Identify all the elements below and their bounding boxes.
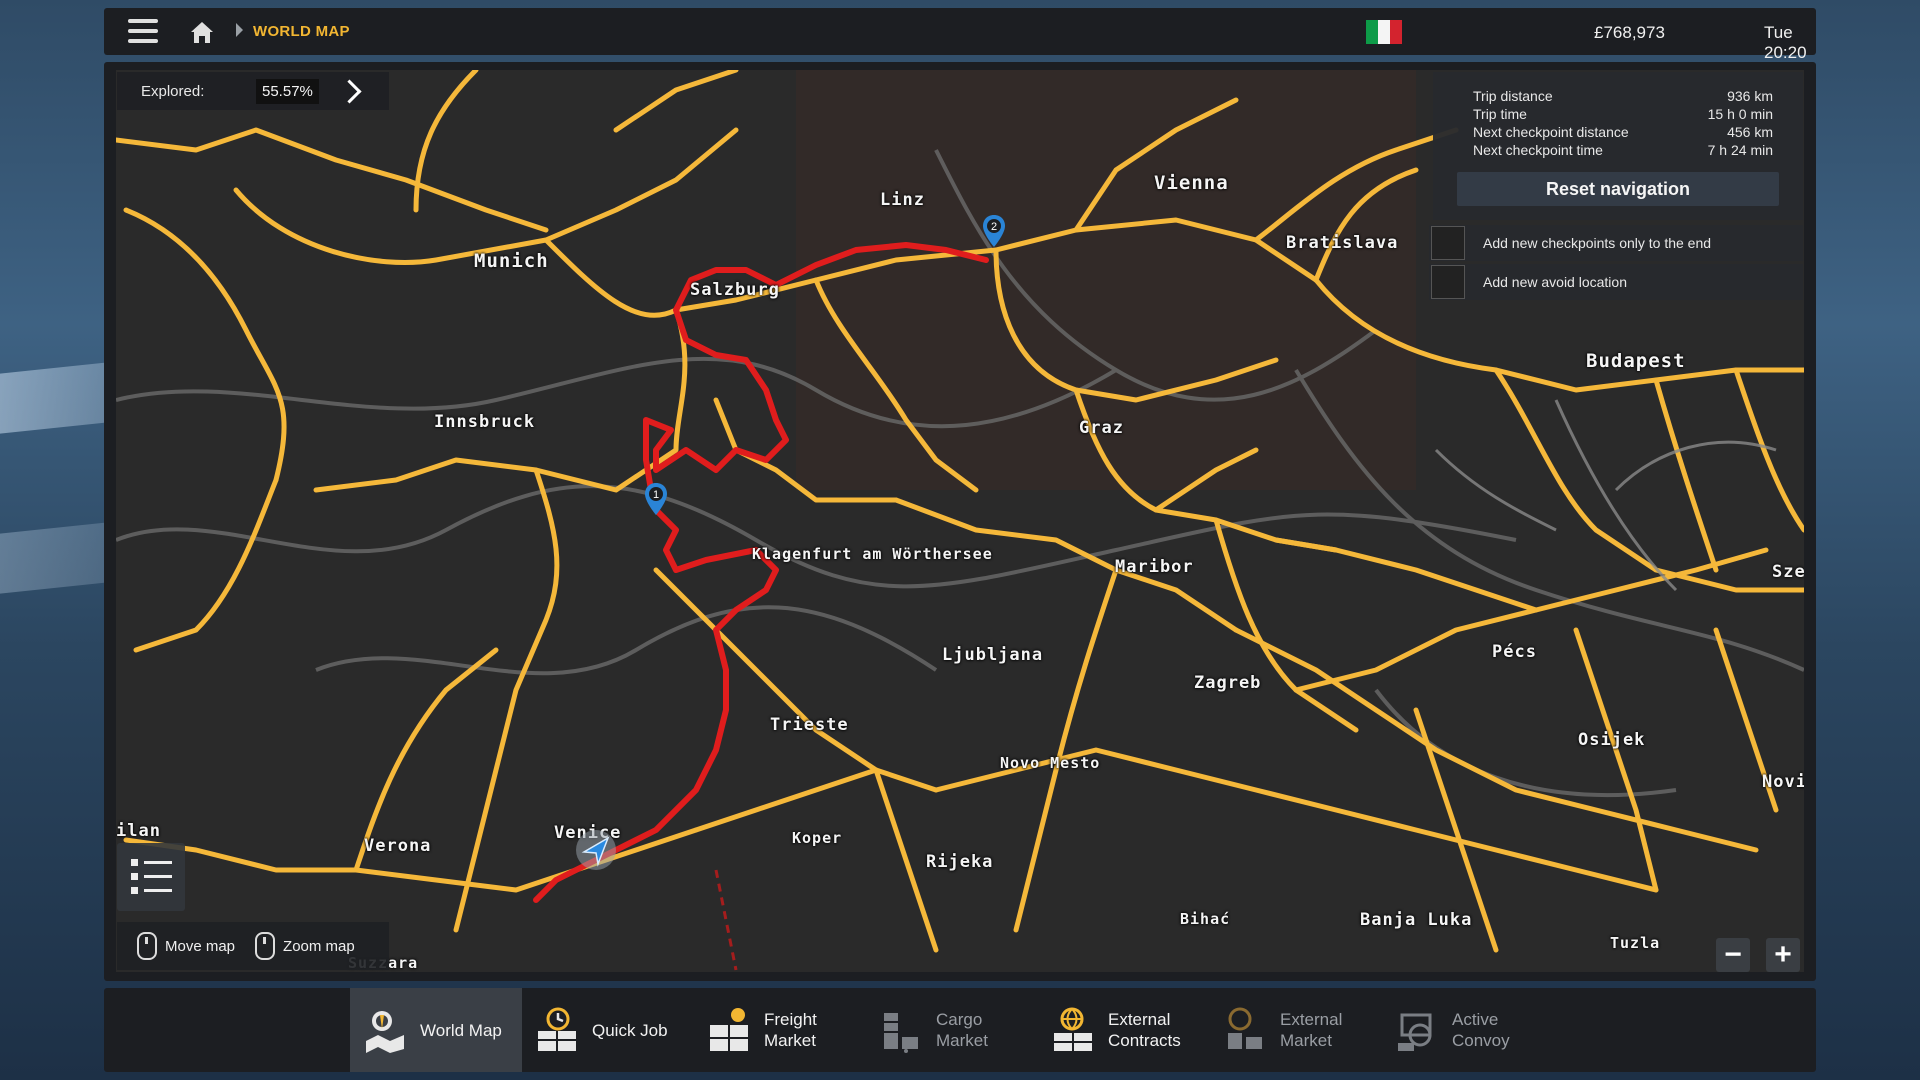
breadcrumb-separator-icon: [236, 23, 243, 37]
city-label[interactable]: Trieste: [770, 715, 849, 735]
trip-time-value: 15 h 0 min: [1707, 106, 1773, 122]
tab-label: External Market: [1280, 1010, 1343, 1050]
next-checkpoint-distance-value: 456 km: [1727, 124, 1773, 140]
city-label[interactable]: Innsbruck: [434, 412, 535, 432]
trip-time-row: Trip time 15 h 0 min: [1473, 106, 1773, 122]
city-label[interactable]: Salzburg: [690, 280, 780, 300]
next-checkpoint-time-row: Next checkpoint time 7 h 24 min: [1473, 142, 1773, 158]
map-controls-hint: Move map Zoom map: [117, 922, 389, 970]
city-label[interactable]: ilan: [116, 821, 161, 841]
trip-distance-value: 936 km: [1727, 88, 1773, 104]
city-label[interactable]: Bihać: [1180, 910, 1230, 928]
city-label[interactable]: Banja Luka: [1360, 910, 1472, 930]
city-label[interactable]: Sze: [1772, 562, 1804, 582]
player-position-icon: [576, 830, 616, 870]
option-checkpoints-end[interactable]: Add new checkpoints only to the end: [1429, 225, 1803, 261]
tab-label: External Contracts: [1108, 1010, 1181, 1050]
tab-label: Active Convoy: [1452, 1010, 1510, 1050]
active-convoy-icon: [1398, 1013, 1432, 1051]
tab-external-contracts[interactable]: External Contracts: [1038, 988, 1210, 1072]
city-label[interactable]: Zagreb: [1194, 673, 1261, 693]
city-label[interactable]: Munich: [474, 250, 549, 272]
city-label[interactable]: Rijeka: [926, 852, 993, 872]
city-label[interactable]: Ljubljana: [942, 645, 1043, 665]
checkpoint-pin-icon[interactable]: 1: [644, 482, 668, 516]
money-balance: £768,973: [1594, 23, 1665, 42]
checkpoint-pin-icon[interactable]: 2: [982, 214, 1006, 248]
trip-distance-row: Trip distance 936 km: [1473, 88, 1773, 104]
tab-label: Quick Job: [592, 1020, 668, 1040]
checkbox[interactable]: [1431, 265, 1465, 299]
mouse-wheel-icon: [255, 932, 276, 960]
tab-label: Freight Market: [764, 1010, 817, 1050]
external-contracts-icon: [1054, 1007, 1092, 1051]
chevron-right-icon[interactable]: [337, 78, 362, 104]
reset-navigation-button[interactable]: Reset navigation: [1457, 172, 1779, 206]
zoom-in-button[interactable]: +: [1766, 938, 1800, 972]
tab-label: Cargo Market: [936, 1010, 988, 1050]
tab-world-map[interactable]: World Map: [350, 988, 522, 1072]
next-checkpoint-time-value: 7 h 24 min: [1707, 142, 1773, 158]
quick-job-icon: [538, 1007, 576, 1051]
tab-label: World Map: [420, 1020, 502, 1040]
move-map-hint: Move map: [165, 937, 236, 955]
hamburger-menu-icon[interactable]: [128, 19, 158, 45]
city-label[interactable]: Graz: [1079, 418, 1124, 438]
explored-panel: Explored: 55.57%: [117, 72, 389, 110]
tab-freight-market[interactable]: Freight Market: [694, 988, 866, 1072]
city-label[interactable]: Vienna: [1154, 172, 1229, 194]
freight-market-icon: [710, 1008, 748, 1051]
option-avoid-location[interactable]: Add new avoid location: [1429, 264, 1803, 300]
city-label[interactable]: Novi: [1762, 772, 1804, 792]
top-bar: WORLD MAP £768,973 Tue 20:20 CEST: [104, 8, 1816, 82]
next-checkpoint-time-label: Next checkpoint time: [1473, 142, 1603, 158]
checkpoint-number: 2: [991, 221, 997, 233]
city-label[interactable]: Verona: [364, 836, 431, 856]
city-label[interactable]: Pécs: [1492, 642, 1537, 662]
explored-label: Explored:: [141, 82, 205, 100]
external-market-icon: [1228, 1007, 1262, 1049]
checkbox[interactable]: [1431, 226, 1465, 260]
city-label[interactable]: Maribor: [1115, 557, 1194, 577]
tab-external-market[interactable]: External Market: [1210, 988, 1382, 1072]
city-label[interactable]: Linz: [880, 190, 925, 210]
mouse-icon: [137, 932, 157, 960]
zoom-map-hint: Zoom map: [283, 937, 355, 955]
breadcrumb: WORLD MAP: [253, 23, 350, 40]
city-label[interactable]: Tuzla: [1610, 934, 1660, 952]
checkpoint-number: 1: [653, 489, 659, 501]
tab-active-convoy[interactable]: Active Convoy: [1382, 988, 1554, 1072]
trip-info-panel: Trip distance 936 km Trip time 15 h 0 mi…: [1433, 72, 1803, 220]
world-map-icon: [366, 1011, 404, 1053]
option-label: Add new avoid location: [1483, 274, 1627, 290]
trip-time-label: Trip time: [1473, 106, 1527, 122]
city-label[interactable]: Klagenfurt am Wörthersee: [752, 545, 993, 563]
tab-cargo-market[interactable]: Cargo Market: [866, 988, 1038, 1072]
city-label[interactable]: Novo Mesto: [1000, 754, 1100, 772]
zoom-out-button[interactable]: −: [1716, 938, 1750, 972]
trip-distance-label: Trip distance: [1473, 88, 1553, 104]
legend-list-icon: [131, 859, 172, 894]
city-label[interactable]: Budapest: [1586, 350, 1686, 372]
home-icon[interactable]: [188, 18, 216, 46]
italy-flag-icon: [1366, 20, 1402, 44]
option-label: Add new checkpoints only to the end: [1483, 235, 1712, 251]
tab-quick-job[interactable]: Quick Job: [522, 988, 694, 1072]
next-checkpoint-distance-label: Next checkpoint distance: [1473, 124, 1629, 140]
city-label[interactable]: Bratislava: [1286, 233, 1398, 253]
explored-value: 55.57%: [256, 78, 319, 104]
map-legend-button[interactable]: [117, 843, 185, 911]
next-checkpoint-distance-row: Next checkpoint distance 456 km: [1473, 124, 1773, 140]
city-label[interactable]: Osijek: [1578, 730, 1645, 750]
city-label[interactable]: Koper: [792, 829, 842, 847]
cargo-market-icon: [884, 1013, 918, 1053]
